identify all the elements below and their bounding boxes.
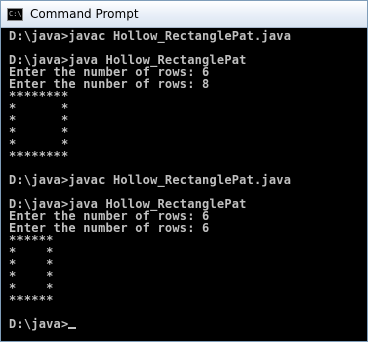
text-cursor	[68, 327, 77, 329]
title-bar[interactable]: C:\. Command Prompt	[1, 1, 367, 28]
console-line: ******	[9, 293, 54, 307]
console-line: * *	[9, 257, 54, 271]
console-line: D:\java>	[9, 318, 367, 330]
console-line: ******	[9, 233, 54, 247]
cmd-icon[interactable]: C:\.	[7, 7, 23, 21]
console-line: D:\java>javac Hollow_RectanglePat.java	[9, 29, 292, 43]
console-line: ********	[9, 149, 69, 163]
console-line: * *	[9, 269, 54, 283]
console-line: Enter the number of rows: 6	[9, 221, 210, 235]
console-output-area[interactable]: D:\java>javac Hollow_RectanglePat.java D:…	[1, 28, 367, 341]
console-lines: D:\java>javac Hollow_RectanglePat.java D:…	[1, 28, 367, 330]
console-line: D:\java>javac Hollow_RectanglePat.java	[9, 173, 292, 187]
command-prompt-window: C:\. Command Prompt D:\java>javac Hollow…	[0, 0, 368, 342]
window-title: Command Prompt	[30, 7, 139, 21]
console-line: * *	[9, 281, 54, 295]
console-line: * *	[9, 245, 54, 259]
